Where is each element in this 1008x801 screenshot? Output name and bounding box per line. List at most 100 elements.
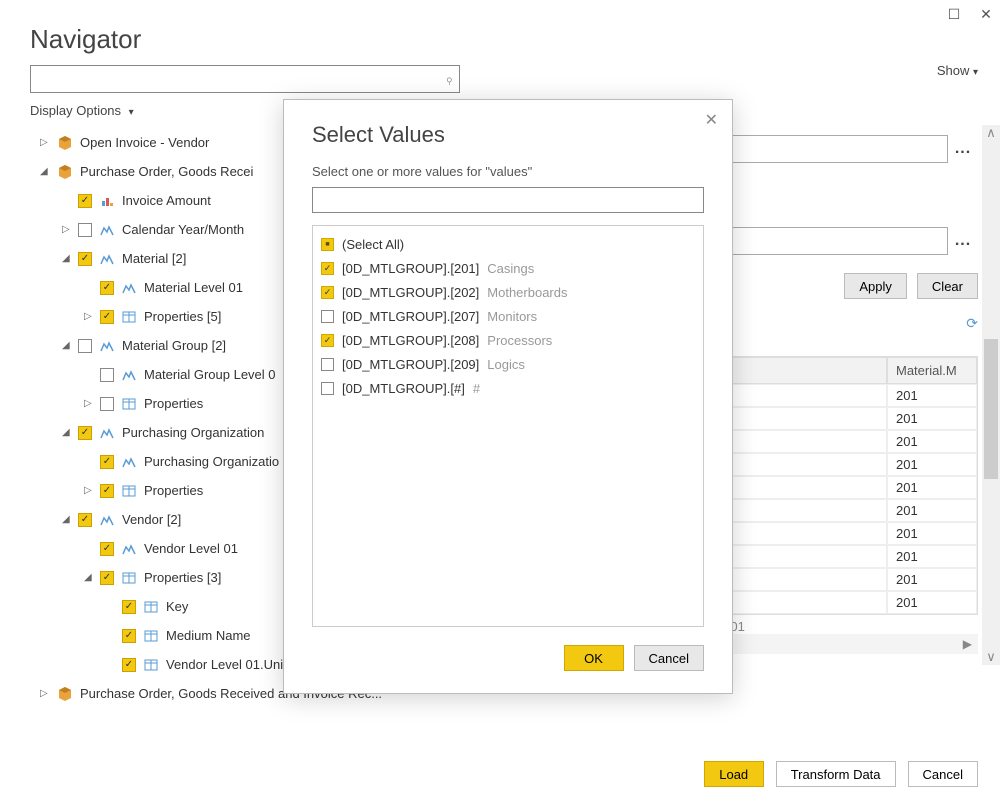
scroll-up-icon[interactable]: ∧ [986,125,996,141]
value-code: [0D_MTLGROUP].[202] [342,285,479,300]
value-desc: Logics [487,357,525,372]
hier-icon [98,512,116,528]
maximize-icon[interactable]: ☐ [942,4,966,24]
value-checkbox[interactable] [321,310,334,323]
value-code: [0D_MTLGROUP].[#] [342,381,465,396]
dialog-close-icon[interactable]: ✕ [705,110,718,130]
tree-item-label: Vendor Level 01 [144,541,238,556]
value-checkbox[interactable] [321,262,334,275]
cancel-button[interactable]: Cancel [908,761,978,787]
value-checkbox[interactable] [321,334,334,347]
tree-item-label: Key [166,599,188,614]
scroll-down-icon[interactable]: ∨ [986,649,996,665]
tree-checkbox[interactable] [100,281,114,295]
tree-checkbox[interactable] [100,542,114,556]
dialog-cancel-button[interactable]: Cancel [634,645,704,671]
value-checkbox[interactable] [321,358,334,371]
grid-icon [142,657,160,673]
expand-icon[interactable]: ▷ [84,311,96,322]
tree-checkbox[interactable] [100,455,114,469]
show-dropdown[interactable]: Show ▾ [937,63,978,78]
tree-checkbox[interactable] [78,426,92,440]
cube-icon [56,164,74,180]
tree-item-label: Material [2] [122,251,186,266]
tree-checkbox[interactable] [100,368,114,382]
cell: 201 [887,430,977,453]
value-list-item[interactable]: [0D_MTLGROUP].[#]# [321,376,695,400]
cell: 201 [887,407,977,430]
value-desc: Monitors [487,309,537,324]
tree-checkbox[interactable] [122,600,136,614]
value-checkbox[interactable] [321,238,334,251]
search-input-wrap[interactable]: ⌕ [30,65,460,93]
tree-checkbox[interactable] [100,484,114,498]
display-options-label: Display Options [30,103,121,118]
expand-icon[interactable]: ◢ [62,514,74,525]
tree-checkbox[interactable] [100,571,114,585]
transform-data-button[interactable]: Transform Data [776,761,896,787]
expand-icon[interactable]: ▷ [40,137,52,148]
expand-icon[interactable]: ▷ [84,485,96,496]
tree-checkbox[interactable] [78,252,92,266]
value-list-item[interactable]: (Select All) [321,232,695,256]
expand-icon[interactable]: ▷ [84,398,96,409]
tree-item-label: Purchasing Organization [122,425,264,440]
grid-icon [142,628,160,644]
apply-button[interactable]: Apply [844,273,907,299]
tree-item-label: Open Invoice - Vendor [80,135,209,150]
value-checkbox[interactable] [321,286,334,299]
value-code: [0D_MTLGROUP].[209] [342,357,479,372]
cell: 201 [887,522,977,545]
search-input[interactable] [37,72,445,87]
vertical-scrollbar[interactable]: ∧ ∨ [982,125,1000,665]
tree-checkbox[interactable] [78,339,92,353]
expand-icon[interactable]: ◢ [84,572,96,583]
value-list-item[interactable]: [0D_MTLGROUP].[201]Casings [321,256,695,280]
value-code: [0D_MTLGROUP].[201] [342,261,479,276]
tree-checkbox[interactable] [100,310,114,324]
refresh-icon[interactable]: ⟳ [966,315,978,332]
dialog-filter-input[interactable] [312,187,704,213]
tree-checkbox[interactable] [122,629,136,643]
page-title: Navigator [0,0,1008,65]
close-icon[interactable]: ✕ [974,4,998,24]
cell: 201 [887,568,977,591]
value-list-item[interactable]: [0D_MTLGROUP].[202] Motherboards [321,280,695,304]
param-values-more-button[interactable]: ... [948,232,978,250]
tree-checkbox[interactable] [122,658,136,672]
expand-icon[interactable]: ▷ [40,688,52,699]
value-desc: Motherboards [487,285,567,300]
param-more-button[interactable]: ... [948,140,978,158]
tree-item-label: Calendar Year/Month [122,222,244,237]
tree-checkbox[interactable] [78,513,92,527]
cell: 201 [887,545,977,568]
value-checkbox[interactable] [321,382,334,395]
cell: 201 [887,476,977,499]
scroll-thumb[interactable] [984,339,998,479]
dialog-ok-button[interactable]: OK [564,645,624,671]
chevron-down-icon: ▾ [129,107,134,118]
column-header[interactable]: Material.M [887,357,977,384]
tree-checkbox[interactable] [100,397,114,411]
expand-icon[interactable]: ◢ [62,253,74,264]
value-list-item[interactable]: [0D_MTLGROUP].[208]Processors [321,328,695,352]
dialog-subtitle: Select one or more values for "values" [312,164,704,179]
cell: 201 [887,384,977,407]
tree-item-label: Material Group Level 0 [144,367,276,382]
dialog-title: Select Values [312,122,704,148]
clear-button[interactable]: Clear [917,273,978,299]
expand-icon[interactable]: ◢ [40,166,52,177]
chevron-down-icon: ▾ [973,67,978,78]
tree-checkbox[interactable] [78,194,92,208]
value-list-item[interactable]: [0D_MTLGROUP].[209] Logics [321,352,695,376]
expand-icon[interactable]: ◢ [62,340,74,351]
load-button[interactable]: Load [704,761,764,787]
tree-checkbox[interactable] [78,223,92,237]
hier-icon [98,251,116,267]
expand-icon[interactable]: ◢ [62,427,74,438]
expand-icon[interactable]: ▷ [62,224,74,235]
grid-icon [120,309,138,325]
value-list-item[interactable]: [0D_MTLGROUP].[207]Monitors [321,304,695,328]
tree-item-label: Properties [144,396,203,411]
tree-item-label: Properties [3] [144,570,221,585]
